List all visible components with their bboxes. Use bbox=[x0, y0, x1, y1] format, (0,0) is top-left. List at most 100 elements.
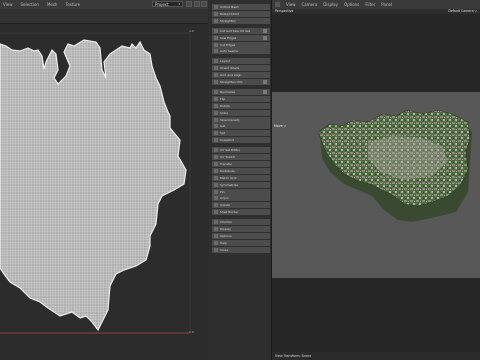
vp-menu-options[interactable]: Options bbox=[344, 2, 359, 7]
tool-icon bbox=[214, 240, 218, 245]
viewport-icon[interactable] bbox=[275, 2, 280, 7]
tool-list-item[interactable]: Layout bbox=[212, 58, 270, 65]
tool-list-item[interactable]: Cut and Sew UV Set bbox=[212, 27, 270, 34]
tool-list-item[interactable]: Get bbox=[212, 123, 270, 130]
tool-icon bbox=[214, 203, 218, 208]
tool-list-label: Get bbox=[220, 124, 226, 129]
tool-list-item[interactable]: Scale bbox=[212, 109, 270, 116]
tool-list-label: Transfer bbox=[220, 161, 233, 166]
tool-list-item[interactable]: Unfold Mesh bbox=[212, 4, 270, 10]
tool-list-label: Distribute bbox=[220, 168, 235, 173]
tool-icon bbox=[214, 168, 218, 173]
uv-toolkit-panel: Unfold Mesh Relax/Unfold Straighten Cut and… bbox=[208, 0, 272, 360]
tool-icon bbox=[214, 80, 218, 84]
tool-list-item[interactable]: Symmetrize bbox=[212, 181, 270, 188]
tool-list-label: Unpin bbox=[220, 196, 229, 201]
tool-list-item[interactable]: Distribute bbox=[212, 167, 270, 174]
tool-list-item[interactable]: Straighten UVs bbox=[212, 79, 270, 85]
chevron-down-icon: ▾ bbox=[178, 2, 180, 6]
option-box-icon[interactable] bbox=[263, 89, 267, 94]
uv-shell-drawing bbox=[0, 32, 191, 334]
tool-list-item[interactable]: Straighten bbox=[212, 17, 270, 24]
viewport-menubar: View Camera Display Options Filter Panel bbox=[272, 0, 480, 9]
tool-list-label: Normalize bbox=[220, 89, 236, 94]
uv-tool-button-2[interactable] bbox=[194, 1, 200, 7]
tool-icon bbox=[214, 5, 218, 9]
axis-label-v-top: 1.0 bbox=[189, 29, 194, 33]
tool-list-item[interactable]: Isolate bbox=[212, 202, 270, 209]
tool-list-item[interactable]: Transfer bbox=[212, 160, 270, 167]
tool-list-item[interactable]: Close bbox=[212, 246, 270, 253]
option-box-icon[interactable] bbox=[263, 80, 267, 84]
tool-list-item[interactable]: Unpin bbox=[212, 195, 270, 202]
tool-list-label: Snapshot bbox=[220, 138, 235, 143]
tool-list-item[interactable]: Normalize bbox=[212, 88, 270, 95]
tool-list-label: Display bbox=[220, 227, 232, 231]
tool-list-item[interactable]: Relax/Unfold bbox=[212, 10, 270, 17]
tool-list-item[interactable]: Display bbox=[212, 226, 270, 232]
tool-list-label: Sew Edges bbox=[220, 35, 237, 40]
tool-list-label: Close bbox=[220, 247, 229, 252]
terrain-mesh[interactable] bbox=[272, 92, 480, 278]
tool-icon bbox=[214, 189, 218, 194]
tool-list-item[interactable]: Rotate bbox=[212, 102, 270, 109]
menu-texture[interactable]: Texture bbox=[65, 2, 80, 7]
tool-list-item[interactable]: Grid and Align bbox=[212, 72, 270, 79]
menu-view[interactable]: View bbox=[3, 2, 13, 7]
viewport-scene[interactable]: Move ▽ bbox=[272, 92, 480, 278]
vp-menu-panel[interactable]: Panel bbox=[381, 2, 392, 7]
tool-list-item[interactable]: Match Grid bbox=[212, 174, 270, 181]
tool-list-label: Scale bbox=[220, 110, 229, 115]
tool-list-label: Layout bbox=[220, 59, 231, 64]
tool-list-item[interactable]: Options bbox=[212, 232, 270, 239]
uv-tool-button-3[interactable] bbox=[201, 1, 207, 7]
viewport-footer: View Transform: Scene bbox=[272, 352, 480, 360]
view-transform-label[interactable]: View Transform: Scene bbox=[275, 354, 311, 358]
vp-menu-camera[interactable]: Camera bbox=[302, 2, 318, 7]
vp-menu-view[interactable]: View bbox=[286, 2, 296, 7]
tool-icon bbox=[214, 220, 218, 225]
tool-icon bbox=[214, 89, 218, 94]
tool-list-item[interactable]: Texel Density bbox=[212, 116, 270, 123]
tool-list-item[interactable]: UV Set Editor bbox=[212, 147, 270, 154]
tool-list-label: UV Set Editor bbox=[220, 148, 240, 153]
vp-menu-filter[interactable]: Filter bbox=[365, 2, 375, 7]
tool-list-item[interactable]: Shell Border bbox=[212, 209, 270, 216]
tool-icon bbox=[214, 124, 218, 129]
tool-list-item[interactable]: Set bbox=[212, 130, 270, 137]
axis-label-u-right: 1.0 bbox=[189, 330, 194, 334]
tool-list-item[interactable]: Help bbox=[212, 239, 270, 246]
tool-list-item[interactable]: Auto Seams bbox=[212, 48, 270, 55]
tool-icon bbox=[214, 155, 218, 159]
tool-list-item[interactable]: Orient Shells bbox=[212, 65, 270, 72]
viewport-panel: View Camera Display Options Filter Panel… bbox=[272, 0, 480, 360]
tool-list-item[interactable]: UV Toolkit bbox=[212, 154, 270, 160]
menu-selection[interactable]: Selection bbox=[21, 2, 39, 7]
vp-menu-display[interactable]: Display bbox=[323, 2, 338, 7]
tool-list-item[interactable]: Sew Edges bbox=[212, 34, 270, 41]
tool-list-label: Cut and Sew UV Set bbox=[220, 28, 251, 33]
tool-list-label: Straighten bbox=[220, 18, 236, 23]
tool-list-item[interactable]: Cut Edges bbox=[212, 41, 270, 48]
tool-icon bbox=[214, 73, 218, 78]
uv-shell[interactable] bbox=[0, 39, 187, 332]
tool-list-item[interactable]: Snapshot bbox=[212, 137, 270, 144]
tool-icon bbox=[214, 66, 218, 71]
viewport-letterbox-bottom bbox=[272, 278, 480, 352]
project-dropdown-label: Project bbox=[155, 1, 169, 7]
uv-toolbar bbox=[0, 9, 208, 24]
option-box-icon[interactable] bbox=[263, 28, 267, 33]
option-box-icon[interactable] bbox=[263, 35, 267, 40]
tool-list-item[interactable]: Pin bbox=[212, 188, 270, 195]
tool-list-label: Match Grid bbox=[220, 175, 237, 180]
project-dropdown[interactable]: Project ▾ bbox=[152, 1, 183, 7]
menu-mesh[interactable]: Mesh bbox=[47, 2, 58, 7]
tool-icon bbox=[214, 175, 218, 180]
tool-icon bbox=[214, 182, 218, 187]
tool-list-item[interactable]: Flip bbox=[212, 95, 270, 102]
tool-list-item[interactable]: Checker bbox=[212, 219, 270, 226]
uv-editor-panel: View Selection Mesh Texture Project ▾ 1.… bbox=[0, 0, 208, 360]
uv-canvas[interactable]: 1.0 1.0 bbox=[0, 24, 208, 360]
uv-tool-button-1[interactable] bbox=[186, 1, 192, 7]
tool-list-label: Texel Density bbox=[220, 117, 240, 122]
